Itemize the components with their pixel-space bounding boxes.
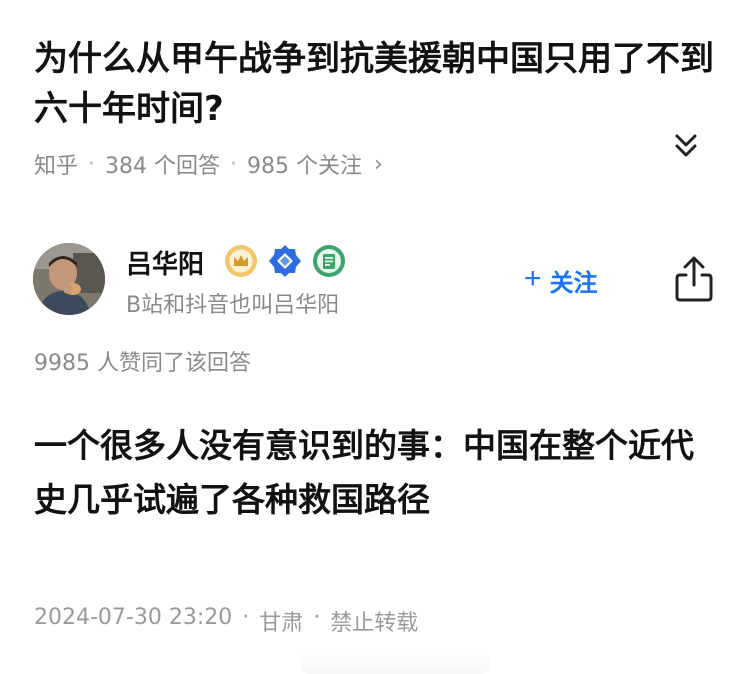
follower-count: 985 个关注 (247, 154, 363, 179)
author-badges (224, 244, 346, 278)
author-bio: B站和抖音也叫吕华阳 (126, 293, 340, 318)
answer-count: 384 个回答 (105, 154, 221, 179)
share-icon (675, 256, 713, 302)
question-title[interactable]: 为什么从甲午战争到抗美援朝中国只用了不到六十年时间? (34, 34, 714, 134)
answer-date: 2024-07-30 23:20 (34, 605, 233, 630)
meta-separator: · (88, 151, 96, 177)
footer-separator: · (242, 605, 250, 630)
avatar-image (33, 243, 105, 315)
answer-content[interactable]: 一个很多人没有意识到的事：中国在整个近代史几乎试遍了各种救国路径 (34, 419, 724, 527)
footer-separator: · (313, 605, 321, 630)
crown-badge-icon[interactable] (224, 244, 258, 278)
double-chevron-down-icon (675, 134, 697, 157)
follow-button[interactable]: + 关注 (508, 258, 614, 302)
source-label: 知乎 (34, 154, 79, 179)
blue-diamond-badge-icon[interactable] (268, 244, 302, 278)
question-meta[interactable]: 知乎 · 384 个回答 · 985 个关注 › (34, 148, 383, 180)
copyright-notice: 禁止转载 (330, 611, 419, 636)
meta-separator: · (230, 151, 238, 177)
chevron-right-icon: › (374, 151, 383, 177)
green-book-badge-icon[interactable] (312, 244, 346, 278)
upvote-count: 9985 人赞同了该回答 (34, 351, 251, 376)
answer-footer: 2024-07-30 23:20 · 甘肃 · 禁止转载 (34, 605, 418, 637)
answer-location: 甘肃 (259, 611, 304, 636)
collapse-button[interactable] (662, 122, 710, 170)
author-name[interactable]: 吕华阳 (126, 244, 204, 281)
share-button[interactable] (672, 255, 716, 303)
follow-label: 关注 (549, 269, 598, 297)
bottom-fade (300, 650, 490, 674)
plus-icon: + (524, 261, 542, 295)
author-avatar[interactable] (33, 243, 105, 315)
